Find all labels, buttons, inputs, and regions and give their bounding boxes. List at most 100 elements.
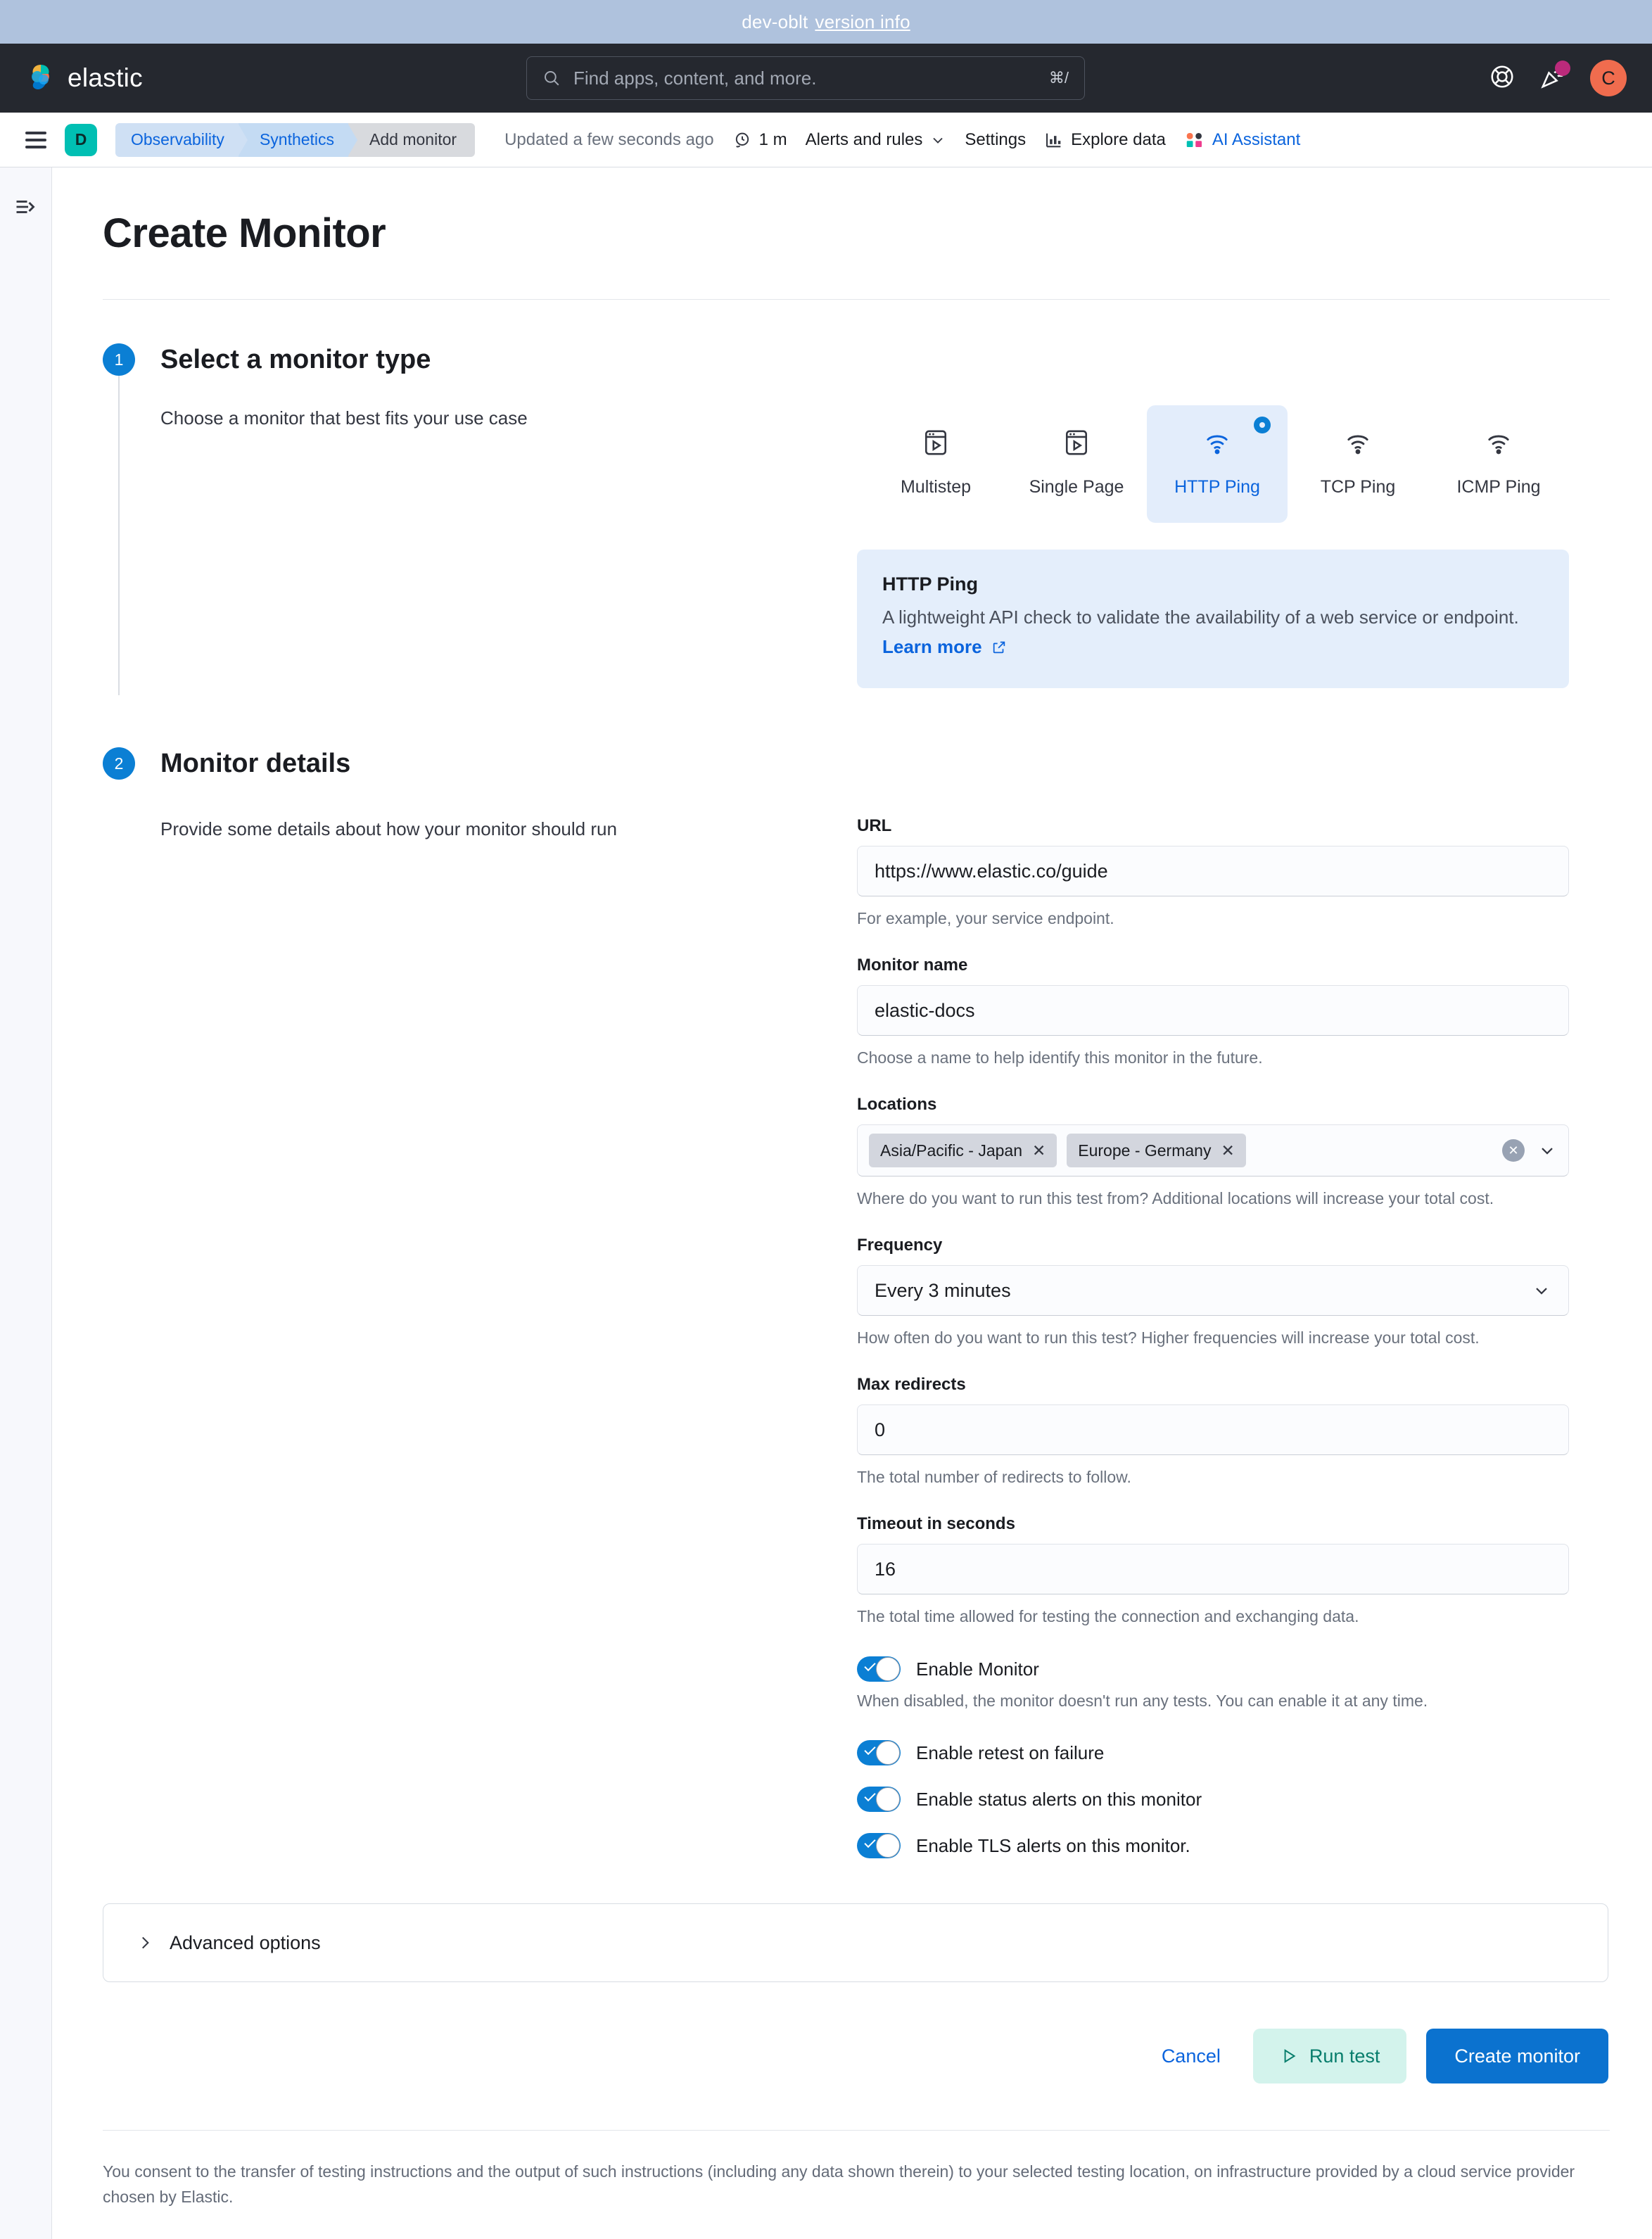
monitor-name-label: Monitor name	[857, 956, 968, 975]
avatar[interactable]: C	[1590, 60, 1627, 96]
field-locations: Locations Asia/Pacific - Japan ✕ Europe …	[857, 1095, 1569, 1210]
enable-retest-toggle[interactable]	[857, 1740, 901, 1765]
enable-retest-label: Enable retest on failure	[916, 1742, 1105, 1763]
remove-location-icon[interactable]: ✕	[1221, 1141, 1234, 1160]
callout-title: HTTP Ping	[882, 573, 979, 595]
alerts-and-rules-menu[interactable]: Alerts and rules	[806, 130, 947, 150]
dev-environment-banner: dev-oblt version info	[0, 0, 1652, 44]
max-redirects-input[interactable]: 0	[857, 1404, 1569, 1455]
toggle-row-retest-on-failure: Enable retest on failure	[857, 1740, 1569, 1765]
refresh-interval-button[interactable]: 1 m	[732, 130, 787, 150]
monitor-type-icmp-ping[interactable]: ICMP Ping	[1428, 405, 1569, 523]
step-number-badge: 1	[103, 343, 135, 376]
monitor-name-help: Choose a name to help identify this moni…	[857, 1048, 1263, 1067]
monitor-type-selector: Multistep Single Page HTTP Ping TCP Ping…	[857, 405, 1569, 523]
consent-text: You consent to the transfer of testing i…	[103, 2130, 1610, 2209]
breadcrumb-separator-icon	[348, 122, 358, 157]
explore-data-button[interactable]: Explore data	[1044, 130, 1166, 150]
title-divider	[103, 299, 1610, 300]
frequency-label: Frequency	[857, 1236, 943, 1255]
monitor-type-multistep[interactable]: Multistep	[865, 405, 1006, 523]
announcements-button[interactable]	[1539, 60, 1570, 94]
max-redirects-value: 0	[875, 1419, 886, 1440]
ping-wifi-icon	[1202, 426, 1232, 459]
chevron-down-icon	[1536, 1288, 1547, 1295]
breadcrumb-synthetics[interactable]: Synthetics	[238, 122, 358, 157]
monitor-type-tcp-ping[interactable]: TCP Ping	[1288, 405, 1428, 523]
dev-banner-text: dev-oblt	[742, 11, 808, 32]
cancel-button[interactable]: Cancel	[1149, 2037, 1233, 2076]
run-test-button[interactable]: Run test	[1252, 2029, 1407, 2083]
expand-sidebar-icon[interactable]	[13, 194, 39, 2239]
breadcrumb-separator-icon	[237, 122, 248, 157]
external-link-icon	[993, 641, 1005, 654]
field-timeout: Timeout in seconds 16 The total time all…	[857, 1514, 1569, 1628]
monitor-name-value: elastic-docs	[875, 999, 975, 1021]
locations-label: Locations	[857, 1095, 937, 1114]
remove-location-icon[interactable]: ✕	[1032, 1141, 1046, 1160]
ping-wifi-icon	[1343, 426, 1373, 459]
settings-button[interactable]: Settings	[965, 130, 1026, 150]
step1-description: Choose a monitor that best fits your use…	[160, 407, 528, 429]
locations-combobox[interactable]: Asia/Pacific - Japan ✕ Europe - Germany …	[857, 1124, 1569, 1176]
breadcrumb-label: Add monitor	[369, 130, 457, 148]
location-pill[interactable]: Asia/Pacific - Japan ✕	[869, 1134, 1057, 1167]
max-redirects-label: Max redirects	[857, 1375, 966, 1394]
last-updated-text: Updated a few seconds ago	[504, 129, 714, 149]
chevron-down-icon	[933, 137, 943, 144]
global-header: elastic Find apps, content, and more. ⌘/	[0, 44, 1652, 113]
url-input[interactable]: https://www.elastic.co/guide	[857, 846, 1569, 896]
create-monitor-button[interactable]: Create monitor	[1426, 2029, 1608, 2083]
space-badge[interactable]: D	[65, 123, 97, 156]
alerts-and-rules-label: Alerts and rules	[805, 129, 923, 149]
enable-monitor-label: Enable Monitor	[916, 1658, 1039, 1680]
url-help: For example, your service endpoint.	[857, 909, 1114, 927]
enable-tls-alerts-label: Enable TLS alerts on this monitor.	[916, 1834, 1190, 1856]
timeout-input[interactable]: 16	[857, 1544, 1569, 1594]
location-pill-label: Asia/Pacific - Japan	[880, 1141, 1022, 1160]
elastic-logo-icon	[25, 63, 56, 94]
refresh-interval-label: 1 m	[758, 129, 787, 149]
enable-monitor-help: When disabled, the monitor doesn't run a…	[857, 1692, 1428, 1710]
elastic-brand[interactable]: elastic	[25, 63, 143, 94]
breadcrumb-add-monitor[interactable]: Add monitor	[348, 122, 476, 157]
step-connector-line	[118, 376, 120, 695]
notification-dot	[1555, 60, 1570, 76]
breadcrumb-observability[interactable]: Observability	[115, 122, 248, 157]
global-search-input[interactable]: Find apps, content, and more. ⌘/	[526, 56, 1085, 100]
ai-assistant-button[interactable]: AI Assistant	[1184, 129, 1300, 151]
timeout-help: The total time allowed for testing the c…	[857, 1607, 1359, 1625]
monitor-type-http-ping[interactable]: HTTP Ping	[1147, 405, 1288, 523]
version-info-link[interactable]: version info	[815, 11, 910, 33]
life-ring-icon[interactable]	[1489, 63, 1516, 94]
enable-monitor-toggle[interactable]	[857, 1656, 901, 1682]
browser-play-icon	[1062, 426, 1091, 459]
advanced-options-label: Advanced options	[170, 1932, 321, 1953]
monitor-type-label: HTTP Ping	[1174, 477, 1260, 497]
learn-more-link[interactable]: Learn more	[882, 636, 982, 657]
field-monitor-name: Monitor name elastic-docs Choose a name …	[857, 956, 1569, 1070]
monitor-type-label: Multistep	[900, 477, 972, 497]
create-monitor-label: Create monitor	[1454, 2045, 1580, 2067]
frequency-select[interactable]: Every 3 minutes	[857, 1265, 1569, 1316]
clear-all-icon[interactable]: ✕	[1502, 1139, 1525, 1162]
enable-status-alerts-toggle[interactable]	[857, 1787, 901, 1812]
monitor-type-single-page[interactable]: Single Page	[1006, 405, 1147, 523]
timeout-label: Timeout in seconds	[857, 1514, 1015, 1533]
field-max-redirects: Max redirects 0 The total number of redi…	[857, 1375, 1569, 1489]
monitor-type-callout: HTTP Ping A lightweight API check to val…	[857, 550, 1569, 688]
clock-refresh-icon	[735, 132, 749, 148]
left-rail	[0, 167, 52, 2239]
enable-tls-alerts-toggle[interactable]	[857, 1833, 901, 1858]
timeout-value: 16	[875, 1558, 896, 1580]
enable-status-alerts-label: Enable status alerts on this monitor	[916, 1788, 1202, 1810]
toggles-group: Enable Monitor When disabled, the monito…	[857, 1656, 1569, 1858]
ai-assistant-icon	[1186, 132, 1202, 147]
chevron-down-icon[interactable]	[1537, 1141, 1557, 1160]
hamburger-menu-icon[interactable]	[25, 131, 46, 148]
monitor-name-input[interactable]: elastic-docs	[857, 985, 1569, 1036]
browser-play-icon	[922, 426, 950, 459]
advanced-options-accordion[interactable]: Advanced options	[103, 1903, 1608, 1982]
location-pill[interactable]: Europe - Germany ✕	[1067, 1134, 1246, 1167]
max-redirects-help: The total number of redirects to follow.	[857, 1468, 1131, 1486]
